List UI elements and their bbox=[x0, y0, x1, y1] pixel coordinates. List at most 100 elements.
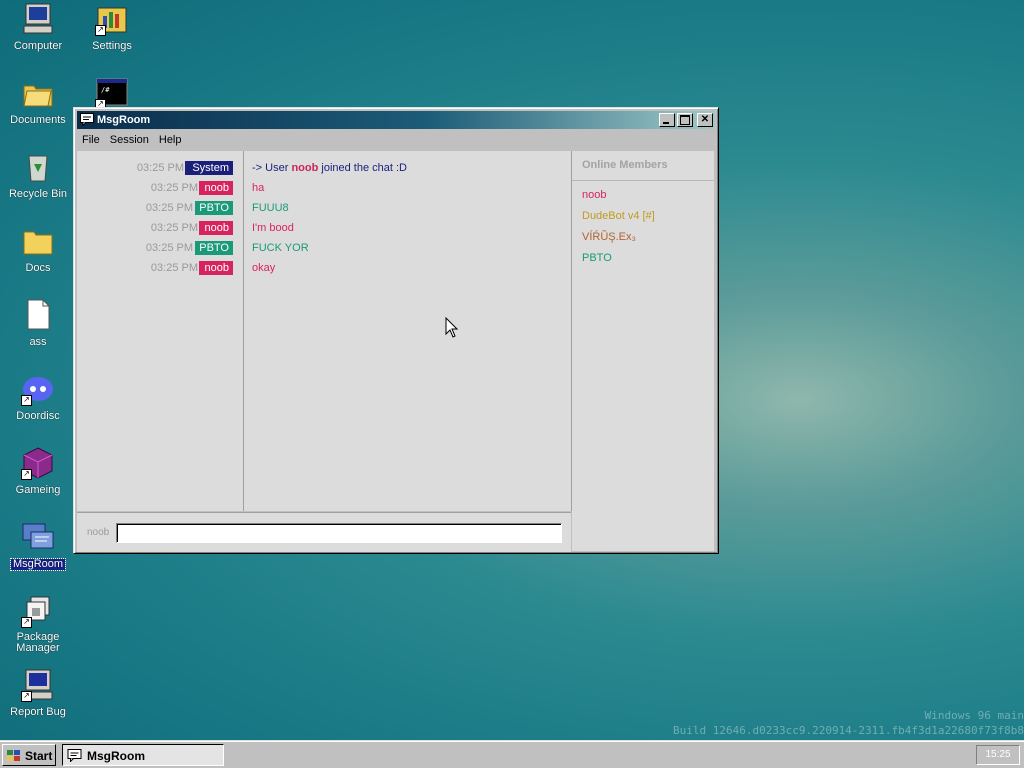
taskbar-item-msgroom[interactable]: MsgRoom bbox=[62, 744, 224, 766]
menu-file[interactable]: File bbox=[77, 132, 105, 148]
message-list[interactable]: -> User noob joined the chat :D ha FUUU8… bbox=[244, 151, 572, 511]
desktop-icon-gameing[interactable]: ↗ Gameing bbox=[2, 446, 74, 496]
shortcut-arrow-icon: ↗ bbox=[21, 395, 32, 406]
maximize-button[interactable] bbox=[677, 113, 693, 127]
desktop-icon-docs[interactable]: Docs bbox=[2, 224, 74, 274]
desktop-icon-label: Documents bbox=[10, 114, 66, 126]
system-tray-clock[interactable]: 15:25 bbox=[976, 745, 1020, 765]
online-members-panel: Online Members noob DudeBot v4 [#] VÍŔŨŞ… bbox=[572, 151, 714, 551]
minimize-icon bbox=[663, 122, 669, 124]
message-meta-row: 03:25 PM noob bbox=[77, 221, 243, 236]
user-badge[interactable]: noob bbox=[199, 181, 233, 195]
desktop-icon-recycle-bin[interactable]: Recycle Bin bbox=[2, 150, 74, 200]
maximize-icon bbox=[680, 115, 690, 125]
message-text: I'm bood bbox=[252, 222, 294, 234]
member-item[interactable]: noob bbox=[582, 189, 606, 201]
desktop-icon-msgroom[interactable]: MsgRoom bbox=[2, 520, 74, 571]
taskbar: Start MsgRoom 15:25 bbox=[0, 740, 1024, 768]
desktop-icon-label: ass bbox=[29, 336, 47, 348]
close-icon: ✕ bbox=[700, 114, 710, 125]
desktop-icon-label: Recycle Bin bbox=[8, 188, 68, 200]
msgroom-window: MsgRoom ✕ File Session Help 03:25 PM Syste… bbox=[73, 107, 719, 554]
desktop-icon-computer[interactable]: Computer bbox=[2, 2, 74, 52]
discord-icon: ↗ bbox=[21, 372, 55, 406]
start-label: Start bbox=[25, 749, 53, 763]
message-meta-row: 03:25 PM noob bbox=[77, 261, 243, 276]
message-text-prefix: -> User bbox=[252, 162, 292, 174]
nickname-label: noob bbox=[87, 527, 110, 538]
start-button[interactable]: Start bbox=[2, 744, 56, 766]
member-item[interactable]: DudeBot v4 [#] bbox=[582, 210, 655, 222]
computer-icon bbox=[21, 2, 55, 36]
member-item[interactable]: PBTO bbox=[582, 252, 612, 264]
message-meta-row: 03:25 PM PBTO bbox=[77, 241, 243, 256]
desktop-icon-doordisc[interactable]: ↗ Doordisc bbox=[2, 372, 74, 422]
user-badge[interactable]: PBTO bbox=[195, 241, 233, 255]
message-time: 03:25 PM bbox=[136, 162, 184, 174]
desktop-icon-label: MsgRoom bbox=[9, 558, 67, 571]
message-text: ha bbox=[252, 182, 265, 194]
menu-session[interactable]: Session bbox=[105, 132, 154, 148]
message-time: 03:25 PM bbox=[150, 262, 198, 274]
minimize-button[interactable] bbox=[659, 113, 675, 127]
message-text: okay bbox=[252, 262, 276, 274]
shortcut-arrow-icon: ↗ bbox=[21, 691, 32, 702]
desktop-icon-report-bug[interactable]: ↗ Report Bug bbox=[2, 668, 74, 718]
desktop-icon-label: Gameing bbox=[15, 484, 61, 496]
cube-icon: ↗ bbox=[21, 446, 55, 480]
message-time: 03:25 PM bbox=[145, 242, 193, 254]
desktop-icon-label: Docs bbox=[25, 262, 51, 274]
folder-icon bbox=[21, 224, 55, 258]
folder-open-icon bbox=[21, 76, 55, 110]
message-username: noob bbox=[291, 162, 319, 174]
mouse-cursor-icon bbox=[445, 317, 459, 338]
desktop-icon-package-manager[interactable]: ↗ Package Manager bbox=[2, 594, 74, 654]
chat-icon bbox=[80, 113, 94, 126]
package-icon: ↗ bbox=[21, 594, 55, 628]
desktop-icon-label: Package Manager bbox=[16, 631, 60, 654]
message-meta-column: 03:25 PM System 03:25 PM noob 03:25 PM P… bbox=[77, 151, 244, 511]
user-badge[interactable]: noob bbox=[199, 261, 233, 275]
menu-bar: File Session Help bbox=[77, 132, 715, 150]
shortcut-arrow-icon: ↗ bbox=[95, 25, 106, 36]
message-text: FUUU8 bbox=[252, 202, 289, 214]
message-time: 03:25 PM bbox=[150, 222, 198, 234]
message-text: -> User noob joined the chat :D bbox=[252, 161, 407, 176]
msgroom-icon bbox=[21, 520, 55, 554]
svg-text:/#: /# bbox=[101, 86, 110, 94]
message-time: 03:25 PM bbox=[150, 182, 198, 194]
member-item[interactable]: VÍŔŨŞ.Ex₃ bbox=[582, 231, 636, 243]
desktop-icon-label: Settings bbox=[92, 40, 132, 52]
desktop-icon-label: Computer bbox=[13, 40, 63, 52]
desktop-icon-ass[interactable]: ass bbox=[2, 298, 74, 348]
chat-icon bbox=[67, 749, 82, 762]
start-logo-icon bbox=[7, 750, 20, 761]
desktop-icon-label: Report Bug bbox=[10, 706, 66, 718]
monitor-icon: ↗ bbox=[21, 668, 55, 702]
user-badge[interactable]: System bbox=[185, 161, 233, 175]
file-icon bbox=[21, 298, 55, 332]
shortcut-arrow-icon: ↗ bbox=[21, 469, 32, 480]
message-time: 03:25 PM bbox=[145, 202, 193, 214]
desktop-icon-documents[interactable]: Documents bbox=[2, 76, 74, 126]
divider bbox=[572, 180, 714, 181]
build-watermark-line2: Build 12646.d0233cc9.220914-2311.fb4f3d1… bbox=[673, 724, 1024, 737]
input-area: noob bbox=[77, 512, 571, 552]
desktop-icon-label: Doordisc bbox=[16, 410, 60, 422]
message-input[interactable] bbox=[116, 523, 562, 543]
shortcut-arrow-icon: ↗ bbox=[21, 617, 32, 628]
title-bar[interactable]: MsgRoom ✕ bbox=[77, 111, 715, 129]
online-members-title: Online Members bbox=[582, 159, 668, 171]
message-meta-row: 03:25 PM PBTO bbox=[77, 201, 243, 216]
settings-icon: ↗ bbox=[95, 2, 129, 36]
close-button[interactable]: ✕ bbox=[697, 113, 713, 127]
desktop-icon-settings[interactable]: ↗ Settings bbox=[76, 2, 148, 52]
build-watermark-line1: Windows 96 main bbox=[924, 709, 1024, 722]
message-meta-row: 03:25 PM System bbox=[77, 161, 243, 176]
terminal-icon: /# ↗ bbox=[95, 76, 129, 110]
message-text-suffix: joined the chat :D bbox=[318, 162, 407, 174]
user-badge[interactable]: noob bbox=[199, 221, 233, 235]
user-badge[interactable]: PBTO bbox=[195, 201, 233, 215]
recycle-bin-icon bbox=[21, 150, 55, 184]
menu-help[interactable]: Help bbox=[154, 132, 187, 148]
